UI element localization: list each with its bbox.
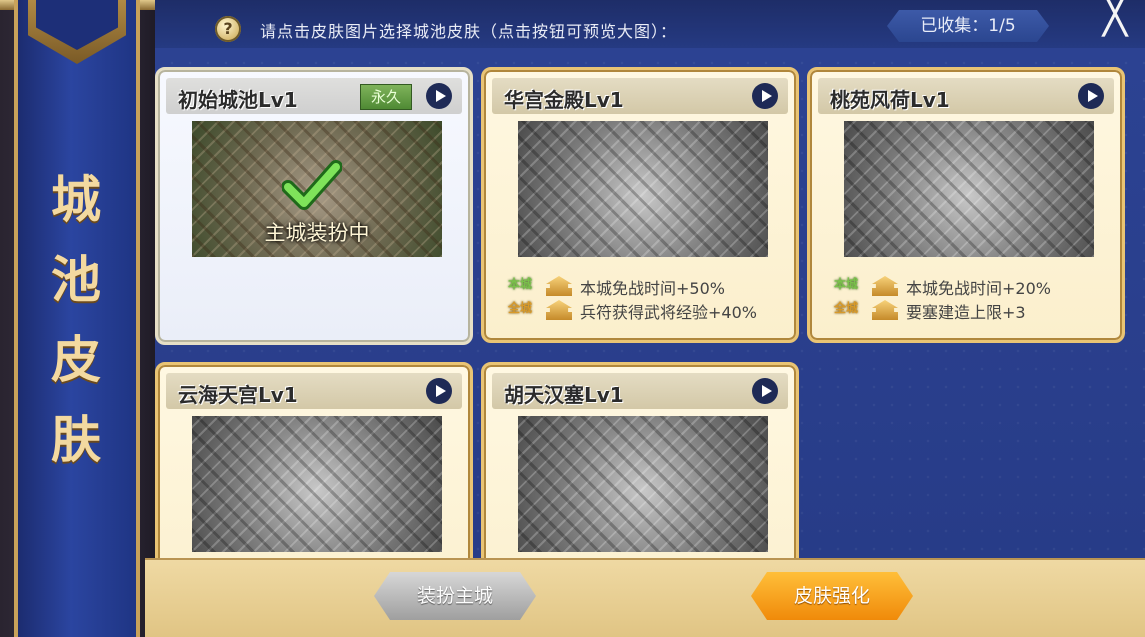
collected-counter: 已收集：1/5 (887, 10, 1049, 42)
play-icon[interactable] (752, 378, 778, 404)
skin-thumbnail[interactable] (518, 416, 768, 552)
play-icon[interactable] (426, 83, 452, 109)
skin-thumbnail[interactable] (844, 121, 1094, 257)
skin-enhance-button[interactable]: 皮肤强化 (751, 572, 913, 620)
bonus-tag: 本城 (834, 277, 859, 291)
skin-thumbnail[interactable]: 主城装扮中 (192, 121, 442, 257)
play-icon[interactable] (426, 378, 452, 404)
bonus-text: 本城免战时间+50% (580, 279, 725, 298)
card-title: 初始城池Lv1 (178, 88, 298, 112)
page-title: 城 池 皮 肤 (51, 170, 101, 469)
equipped-label: 主城装扮中 (264, 221, 370, 245)
rank-icon (872, 300, 898, 320)
bonus-text: 兵符获得武将经验+40% (580, 303, 757, 322)
hint-text: 请点击皮肤图片选择城池皮肤（点击按钮可预览大图）： (260, 22, 678, 41)
play-icon[interactable] (752, 83, 778, 109)
rank-icon (546, 276, 572, 296)
card-title: 云海天宫Lv1 (178, 383, 298, 407)
skin-card-1[interactable]: 初始城池Lv1 永久 主城装扮中 (155, 67, 473, 345)
equip-main-city-button[interactable]: 装扮主城 (374, 572, 536, 620)
card-title: 桃苑风荷Lv1 (830, 88, 950, 112)
bonus-tag: 全城 (834, 301, 859, 315)
bonus-text: 要塞建造上限+3 (906, 303, 1026, 322)
bonus-tag: 本城 (508, 277, 533, 291)
bottom-action-bar (145, 558, 1145, 637)
card-title: 华宫金殿Lv1 (504, 88, 624, 112)
card-title: 胡天汉塞Lv1 (504, 383, 624, 407)
rank-icon (872, 276, 898, 296)
card-header: 云海天宫Lv1 (166, 373, 462, 409)
card-header: 初始城池Lv1 永久 (166, 78, 462, 114)
rank-icon (546, 300, 572, 320)
skin-thumbnail[interactable] (192, 416, 442, 552)
close-icon[interactable]: ╳ (1093, 0, 1137, 34)
permanent-badge: 永久 (360, 84, 412, 110)
checkmark-icon (282, 160, 342, 210)
bonus-tag: 全城 (508, 301, 533, 315)
card-header: 桃苑风荷Lv1 (818, 78, 1114, 114)
question-icon: ? (215, 16, 241, 42)
play-icon[interactable] (1078, 83, 1104, 109)
skin-card-3[interactable]: 桃苑风荷Lv1 本城 本城免战时间+20% 全城 要塞建造上限+3 (807, 67, 1125, 343)
skin-thumbnail[interactable] (518, 121, 768, 257)
card-header: 华宫金殿Lv1 (492, 78, 788, 114)
bonus-text: 本城免战时间+20% (906, 279, 1051, 298)
skin-card-2[interactable]: 华宫金殿Lv1 本城 本城免战时间+50% 全城 兵符获得武将经验+40% (481, 67, 799, 343)
card-header: 胡天汉塞Lv1 (492, 373, 788, 409)
